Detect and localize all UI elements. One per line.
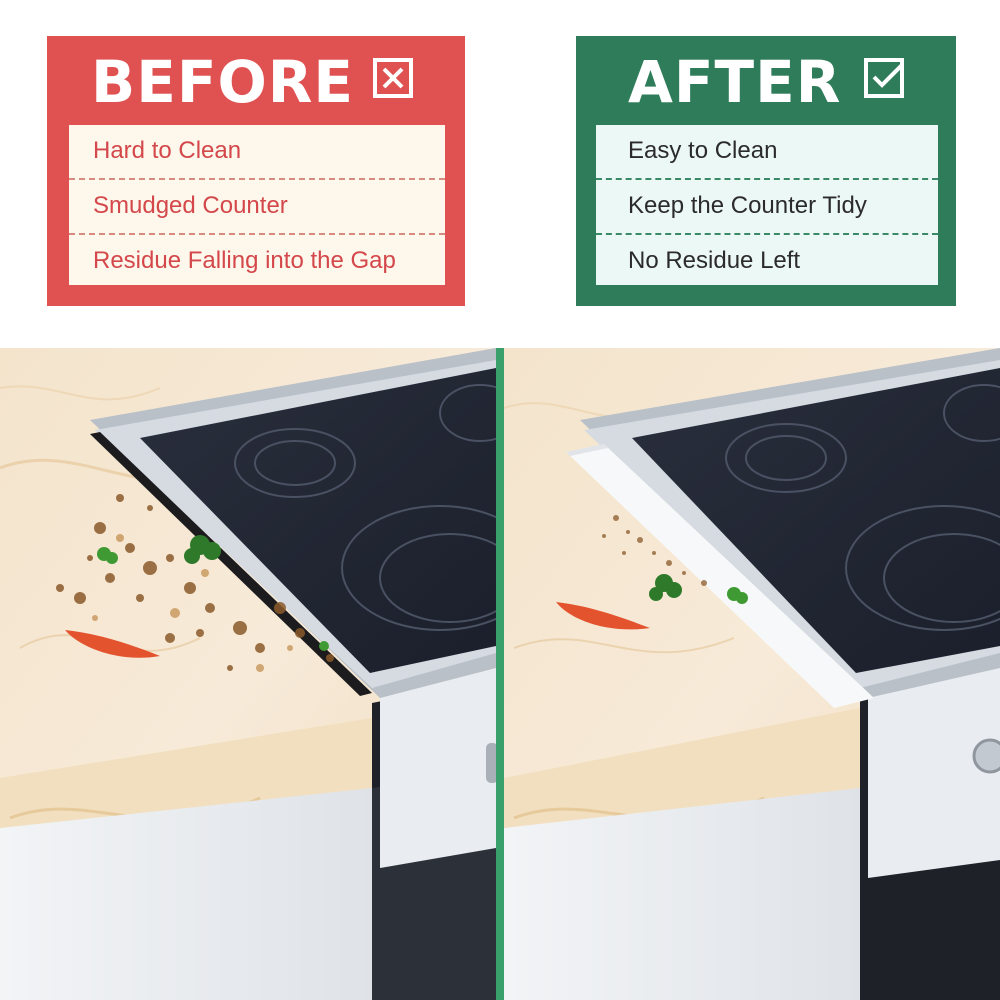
- before-item: Smudged Counter: [69, 178, 445, 233]
- before-list: Hard to Clean Smudged Counter Residue Fa…: [69, 125, 445, 285]
- after-illustration: [504, 348, 1000, 1000]
- after-panel: AFTER Easy to Clean Keep the Counter Tid…: [576, 36, 956, 306]
- after-item: Keep the Counter Tidy: [596, 178, 938, 233]
- before-panel: BEFORE Hard to Clean Smudged Counter Res…: [47, 36, 465, 306]
- after-item: No Residue Left: [596, 233, 938, 288]
- before-illustration: [0, 348, 496, 1000]
- before-title: BEFORE: [91, 48, 355, 116]
- divider: [496, 348, 504, 1000]
- after-title: AFTER: [628, 48, 842, 116]
- x-box-icon: [373, 58, 413, 98]
- after-item: Easy to Clean: [628, 137, 778, 164]
- before-item: Residue Falling into the Gap: [69, 233, 445, 288]
- after-list: Easy to Clean Keep the Counter Tidy No R…: [596, 125, 938, 285]
- before-item: Hard to Clean: [93, 137, 242, 164]
- checkmark-box-icon: [864, 58, 904, 98]
